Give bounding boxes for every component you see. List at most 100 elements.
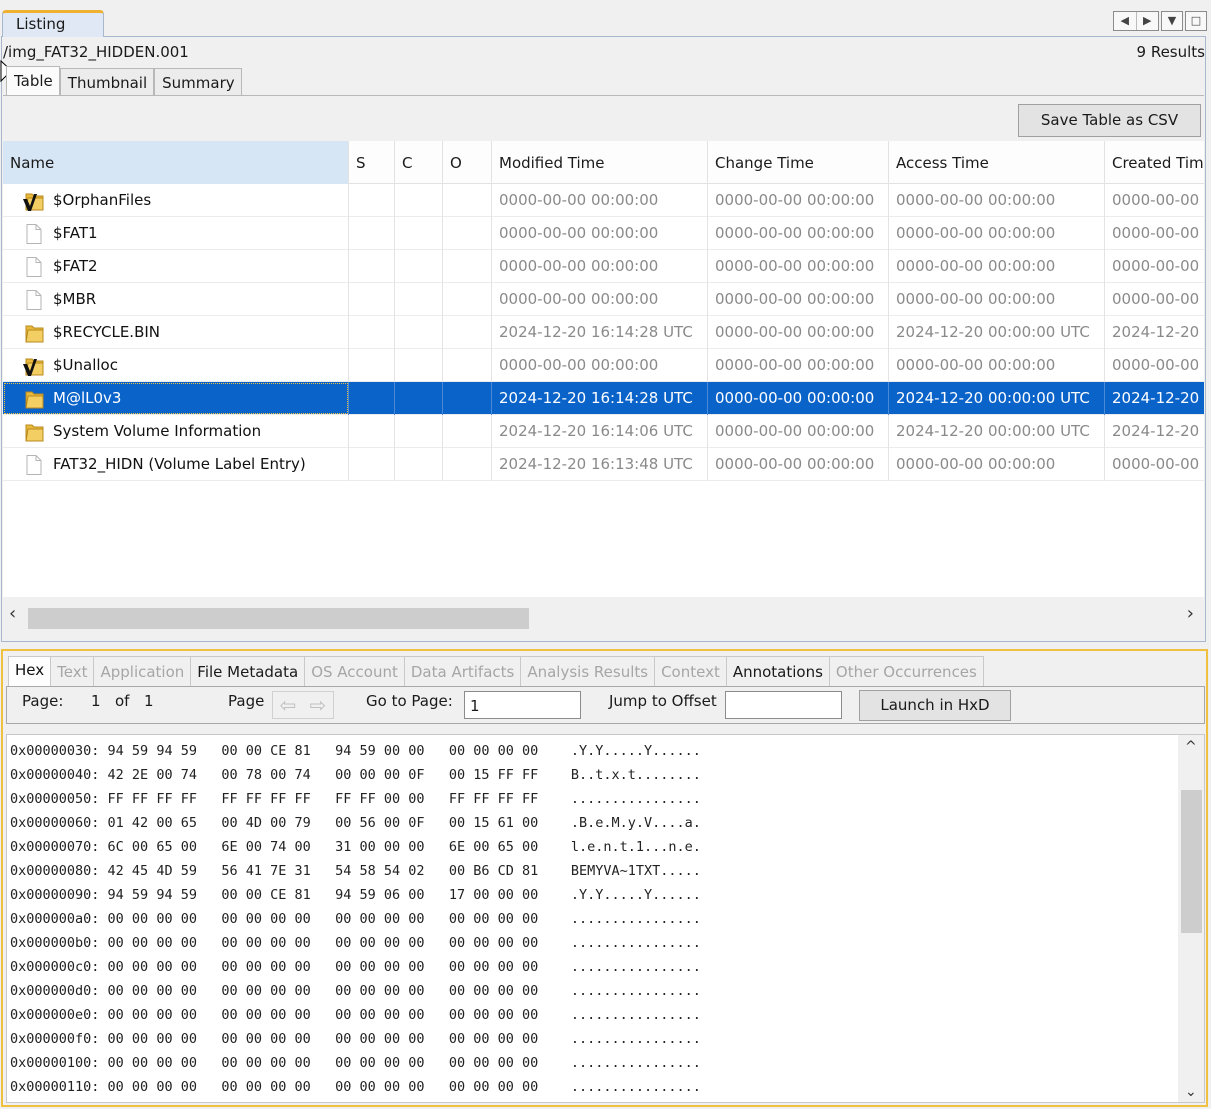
- content-viewer-panel: Hex Text Application File Metadata OS Accoun…: [1, 649, 1208, 1107]
- column-header-modified-time[interactable]: Modified Time: [492, 141, 708, 184]
- cell-modified-time: 0000-00-00 00:00:00: [492, 283, 708, 316]
- hex-offset: 0x00000060:: [10, 815, 100, 831]
- jump-to-offset-input[interactable]: [725, 691, 842, 719]
- row-name-label: FAT32_HIDN (Volume Label Entry): [53, 455, 306, 473]
- hex-ascii: l.e.n.t.1...n.e.: [570, 839, 701, 855]
- table-row[interactable]: FAT32_HIDN (Volume Label Entry) 2024-12-2…: [3, 448, 1204, 481]
- horizontal-scrollbar[interactable]: ‹ ›: [3, 601, 1204, 631]
- cell-created-time: 0000-00-00 00:00:00: [1105, 448, 1204, 481]
- hex-offset: 0x00000090:: [10, 887, 100, 903]
- table-row[interactable]: M@lL0v3 2024-12-20 16:14:28 UTC 0000-00-00…: [3, 382, 1204, 415]
- cell-s: [349, 250, 395, 283]
- listing-tab[interactable]: Listing: [2, 10, 104, 37]
- column-header-s[interactable]: S: [349, 141, 395, 184]
- cell-change-time: 0000-00-00 00:00:00: [708, 349, 889, 382]
- tab-thumbnail[interactable]: Thumbnail: [59, 68, 155, 97]
- listing-panel: Listing ◀ ▶ ▼ □ /img_FAT32_HIDDEN.001 9 …: [0, 0, 1211, 643]
- hex-line: 0x00000040: 42 2E 00 74 00 78 00 74 00 0…: [10, 763, 701, 787]
- column-header-created-time[interactable]: Created Time: [1105, 141, 1204, 184]
- scroll-right-arrow-icon[interactable]: ›: [1187, 603, 1194, 624]
- hex-offset: 0x000000d0:: [10, 983, 100, 999]
- hex-ascii: ................: [570, 1079, 701, 1095]
- hex-offset: 0x000000b0:: [10, 935, 100, 951]
- scroll-left-arrow-icon[interactable]: ‹: [9, 603, 16, 624]
- table-row[interactable]: $RECYCLE.BIN 2024-12-20 16:14:28 UTC 0000-…: [3, 316, 1204, 349]
- hex-line: 0x00000050: FF FF FF FF FF FF FF FF FF F…: [10, 787, 701, 811]
- cell-s: [349, 415, 395, 448]
- previous-page-icon[interactable]: ⇦: [273, 692, 303, 718]
- cell-s: [349, 217, 395, 250]
- hex-ascii: ................: [570, 1055, 701, 1071]
- hex-offset: 0x00000070:: [10, 839, 100, 855]
- row-name-label: $RECYCLE.BIN: [53, 323, 161, 341]
- table-header: Name S C O Modified Time Change Time Acc…: [3, 141, 1204, 184]
- table-row[interactable]: $FAT2 0000-00-00 00:00:00 0000-00-00 00:00…: [3, 250, 1204, 283]
- column-header-change-time[interactable]: Change Time: [708, 141, 889, 184]
- cell-c: [395, 283, 443, 316]
- tab-hex[interactable]: Hex: [8, 656, 52, 686]
- hex-offset: 0x000000f0:: [10, 1031, 100, 1047]
- hex-ascii: ................: [570, 1007, 701, 1023]
- cell-o: [443, 382, 492, 415]
- cell-o: [443, 217, 492, 250]
- hex-viewer[interactable]: 0x00000030: 94 59 94 59 00 00 CE 81 94 5…: [6, 734, 1205, 1103]
- row-name-label: $FAT2: [53, 257, 98, 275]
- table-row[interactable]: System Volume Information 2024-12-20 16:1…: [3, 415, 1204, 448]
- column-header-access-time[interactable]: Access Time: [889, 141, 1105, 184]
- dropdown-icon[interactable]: ▼: [1161, 11, 1183, 31]
- hex-line: 0x00000110: 00 00 00 00 00 00 00 00 00 0…: [10, 1075, 701, 1099]
- table-row[interactable]: $FAT1 0000-00-00 00:00:00 0000-00-00 00:00…: [3, 217, 1204, 250]
- hex-bytes: 01 42 00 65 00 4D 00 79 00 56 00 0F 00 1…: [107, 815, 539, 831]
- hex-line: 0x00000060: 01 42 00 65 00 4D 00 79 00 5…: [10, 811, 701, 835]
- scroll-left-icon[interactable]: ◀: [1114, 12, 1137, 30]
- cell-o: [443, 250, 492, 283]
- results-count: 9 Results: [1136, 43, 1205, 61]
- cell-o: [443, 349, 492, 382]
- jump-to-offset-label: Jump to Offset: [609, 692, 717, 710]
- hex-offset: 0x00000050:: [10, 791, 100, 807]
- next-page-icon[interactable]: ⇨: [303, 692, 333, 718]
- row-name-label: $OrphanFiles: [53, 191, 152, 209]
- table-row[interactable]: $Unalloc 0000-00-00 00:00:00 0000-00-00 00…: [3, 349, 1204, 382]
- tab-application: Application: [94, 656, 192, 686]
- save-table-csv-button[interactable]: Save Table as CSV: [1018, 104, 1201, 137]
- table-area: Save Table as CSV Name S C O Modified Ti…: [3, 95, 1204, 640]
- vertical-scrollbar[interactable]: ^ ⌄: [1178, 735, 1204, 1102]
- hex-line: 0x000000b0: 00 00 00 00 00 00 00 00 00 0…: [10, 931, 701, 955]
- column-header-o[interactable]: O: [443, 141, 492, 184]
- hex-bytes: 00 00 00 00 00 00 00 00 00 00 00 00 00 0…: [107, 1031, 539, 1047]
- file-icon: [23, 224, 45, 244]
- tab-file-metadata[interactable]: File Metadata: [191, 656, 306, 686]
- hex-ascii: ................: [570, 983, 701, 999]
- scroll-up-arrow-icon[interactable]: ^: [1185, 739, 1197, 755]
- hex-line: 0x00000080: 42 45 4D 59 56 41 7E 31 54 5…: [10, 859, 701, 883]
- hex-offset: 0x000000c0:: [10, 959, 100, 975]
- scrollbar-thumb[interactable]: [1181, 790, 1202, 933]
- scroll-down-arrow-icon[interactable]: ⌄: [1185, 1084, 1197, 1100]
- column-header-c[interactable]: C: [395, 141, 443, 184]
- column-header-name[interactable]: Name: [3, 141, 349, 184]
- cell-name: $FAT2: [3, 250, 349, 283]
- go-to-page-input[interactable]: 1: [464, 691, 581, 719]
- file-icon: [23, 257, 45, 277]
- cell-change-time: 0000-00-00 00:00:00: [708, 448, 889, 481]
- cell-c: [395, 250, 443, 283]
- scrollbar-thumb[interactable]: [28, 608, 529, 629]
- cell-created-time: 0000-00-00 00:00:00: [1105, 349, 1204, 382]
- table-row[interactable]: $OrphanFiles 0000-00-00 00:00:00 0000-00-0…: [3, 184, 1204, 217]
- hex-ascii: ................: [570, 791, 701, 807]
- row-name-label: M@lL0v3: [53, 389, 122, 407]
- cell-created-time: 0000-00-00 00:00:00: [1105, 217, 1204, 250]
- hex-bytes: 42 45 4D 59 56 41 7E 31 54 58 54 02 00 B…: [107, 863, 539, 879]
- tab-summary[interactable]: Summary: [154, 68, 242, 97]
- tab-table[interactable]: Table: [6, 66, 60, 97]
- tab-annotations[interactable]: Annotations: [726, 656, 830, 686]
- maximize-icon[interactable]: □: [1185, 11, 1207, 31]
- launch-in-hxd-button[interactable]: Launch in HxD: [859, 690, 1011, 721]
- table-row[interactable]: $MBR 0000-00-00 00:00:00 0000-00-00 00:00:…: [3, 283, 1204, 316]
- cell-access-time: 0000-00-00 00:00:00: [889, 217, 1105, 250]
- cell-s: [349, 184, 395, 217]
- scroll-right-icon[interactable]: ▶: [1137, 12, 1159, 30]
- cell-name: $Unalloc: [3, 349, 349, 382]
- tab-text: Text: [51, 656, 95, 686]
